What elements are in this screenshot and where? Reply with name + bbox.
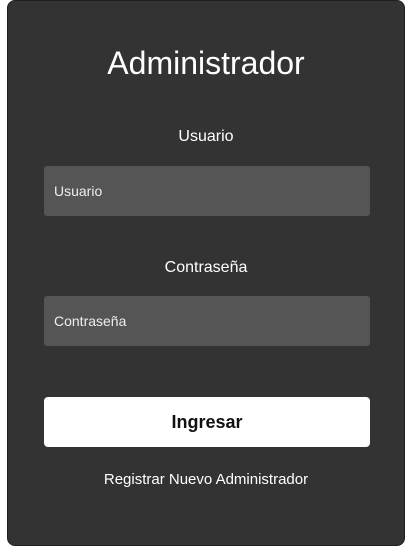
username-input[interactable] [44,166,370,216]
login-card: Administrador Usuario Contraseña Ingresa… [7,0,405,546]
page-title: Administrador [107,45,305,81]
password-label: Contraseña [164,259,248,276]
register-admin-link[interactable]: Registrar Nuevo Administrador [8,471,404,489]
password-input[interactable] [44,296,370,346]
login-button[interactable]: Ingresar [44,397,370,447]
username-label: Usuario [178,128,234,145]
